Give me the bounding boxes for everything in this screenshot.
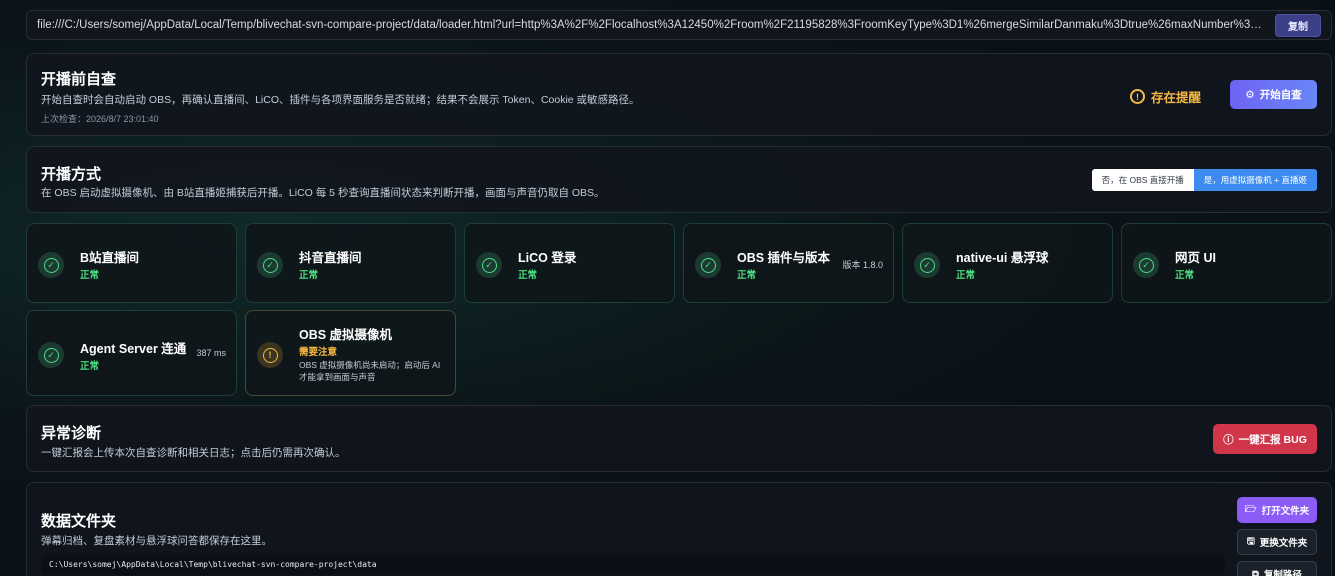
option-direct-obs[interactable]: 否，在 OBS 直接开播 — [1091, 169, 1194, 191]
copy-icon: ⧉ — [1252, 568, 1259, 576]
status-card-name: 抖音直播间 — [299, 251, 362, 265]
status-card-state: 需要注意 — [299, 347, 338, 358]
report-bug-label: 一键汇报 BUG — [1238, 433, 1307, 446]
status-card-name: Agent Server 连通 — [80, 342, 187, 356]
status-card-detail: OBS 虚拟摄像机尚未启动；启动后 AI 才能拿到画面与声音 — [299, 360, 441, 382]
status-card-name: OBS 虚拟摄像机 — [299, 328, 393, 342]
status-card-web-ui: ✓ 网页 UI 正常 — [1121, 223, 1332, 303]
status-card-name: B站直播间 — [80, 251, 140, 265]
warning-icon: ! — [1129, 89, 1145, 104]
warning-icon: ! — [257, 342, 283, 368]
save-icon: 🖫 — [1246, 536, 1255, 547]
status-card-name: OBS 插件与版本 — [737, 251, 831, 265]
copy-path-button[interactable]: ⧉ 复制路径 — [1237, 561, 1317, 576]
status-card-bilibili-room: ✓ B站直播间 正常 — [26, 223, 237, 303]
status-card-state: 正常 — [80, 270, 100, 281]
broadcast-mode-title: 开播方式 — [41, 166, 102, 183]
self-check-title: 开播前自查 — [41, 71, 117, 88]
status-card-state: 正常 — [299, 270, 319, 281]
status-card-state: 正常 — [80, 361, 100, 372]
diagnosis-desc: 一键汇报会上传本次自查诊断和相关日志；点击后仍需再次确认。 — [41, 447, 346, 459]
status-card-obs-plugin: ✓ OBS 插件与版本 正常 版本 1.8.0 — [683, 223, 894, 303]
broadcast-mode-toggle: 否，在 OBS 直接开播 是，用虚拟摄像机 + 直播姬 — [1091, 169, 1317, 191]
self-check-desc: 开始自查时会自动启动 OBS，再确认直播间、LiCO、插件与各项界面服务是否就绪… — [41, 94, 640, 106]
broadcast-mode-desc: 在 OBS 启动虚拟摄像机、由 B站直播姬捕获后开播。LiCO 每 5 秒查询直… — [41, 187, 605, 199]
status-card-douyin-room: ✓ 抖音直播间 正常 — [245, 223, 456, 303]
status-card-name: LiCO 登录 — [518, 251, 577, 265]
diagnosis-title: 异常诊断 — [41, 425, 102, 442]
status-card-state: 正常 — [956, 270, 976, 281]
url-bar: file:///C:/Users/somej/AppData/Local/Tem… — [26, 10, 1332, 40]
check-circle-icon: ✓ — [914, 252, 940, 278]
open-folder-button[interactable]: 🗁 打开文件夹 — [1237, 497, 1317, 523]
folder-icon: 🗁 — [1244, 504, 1257, 515]
data-folder-card: 数据文件夹 弹幕归档、复盘素材与悬浮球问答都保存在这里。 C:\Users\so… — [26, 482, 1332, 576]
change-folder-button[interactable]: 🖫 更换文件夹 — [1237, 529, 1317, 555]
check-circle-icon: ✓ — [476, 252, 502, 278]
data-folder-title: 数据文件夹 — [41, 513, 117, 530]
status-card-state: 正常 — [518, 270, 538, 281]
alert-icon: ⓘ — [1223, 433, 1234, 446]
status-card-lico-login: ✓ LiCO 登录 正常 — [464, 223, 675, 303]
data-folder-path: C:\Users\somej\AppData\Local\Temp\blivec… — [41, 555, 1225, 575]
broadcast-mode-card: 开播方式 在 OBS 启动虚拟摄像机、由 B站直播姬捕获后开播。LiCO 每 5… — [26, 146, 1332, 213]
check-circle-icon: ✓ — [38, 342, 64, 368]
diagnosis-card: 异常诊断 一键汇报会上传本次自查诊断和相关日志；点击后仍需再次确认。 ⓘ 一键汇… — [26, 405, 1332, 472]
gear-icon: ⚙ — [1245, 88, 1255, 101]
status-card-state: 正常 — [737, 270, 757, 281]
self-check-card: 开播前自查 开始自查时会自动启动 OBS，再确认直播间、LiCO、插件与各项界面… — [26, 53, 1332, 136]
last-check-time: 上次检查：2026/8/7 23:01:40 — [41, 114, 159, 124]
copy-path-label: 复制路径 — [1263, 570, 1302, 576]
status-card-name: native-ui 悬浮球 — [956, 251, 1049, 265]
self-check-status: ! 存在提醒 — [1129, 87, 1201, 106]
status-card-state: 正常 — [1175, 270, 1195, 281]
check-circle-icon: ✓ — [38, 252, 64, 278]
check-circle-icon: ✓ — [257, 252, 283, 278]
option-virtual-camera[interactable]: 是，用虚拟摄像机 + 直播姬 — [1193, 169, 1317, 191]
self-check-status-text: 存在提醒 — [1150, 91, 1201, 105]
status-card-native-ui: ✓ native-ui 悬浮球 正常 — [902, 223, 1113, 303]
start-self-check-button[interactable]: ⚙ 开始自查 — [1230, 80, 1317, 109]
status-card-obs-virtual-camera: ! OBS 虚拟摄像机 需要注意 OBS 虚拟摄像机尚未启动；启动后 AI 才能… — [245, 310, 456, 396]
report-bug-button[interactable]: ⓘ 一键汇报 BUG — [1213, 424, 1317, 454]
url-text: file:///C:/Users/somej/AppData/Local/Tem… — [37, 19, 1265, 31]
data-folder-desc: 弹幕归档、复盘素材与悬浮球问答都保存在这里。 — [41, 535, 272, 547]
check-circle-icon: ✓ — [695, 252, 721, 278]
copy-url-button[interactable]: 复制 — [1275, 13, 1321, 37]
start-self-check-label: 开始自查 — [1259, 89, 1302, 101]
status-card-meta: 387 ms — [196, 348, 226, 358]
check-circle-icon: ✓ — [1133, 252, 1159, 278]
status-card-agent-server: ✓ Agent Server 连通 正常 387 ms — [26, 310, 237, 396]
status-card-name: 网页 UI — [1175, 251, 1216, 265]
open-folder-label: 打开文件夹 — [1261, 506, 1310, 517]
status-card-meta: 版本 1.8.0 — [842, 260, 883, 270]
change-folder-label: 更换文件夹 — [1259, 538, 1308, 549]
